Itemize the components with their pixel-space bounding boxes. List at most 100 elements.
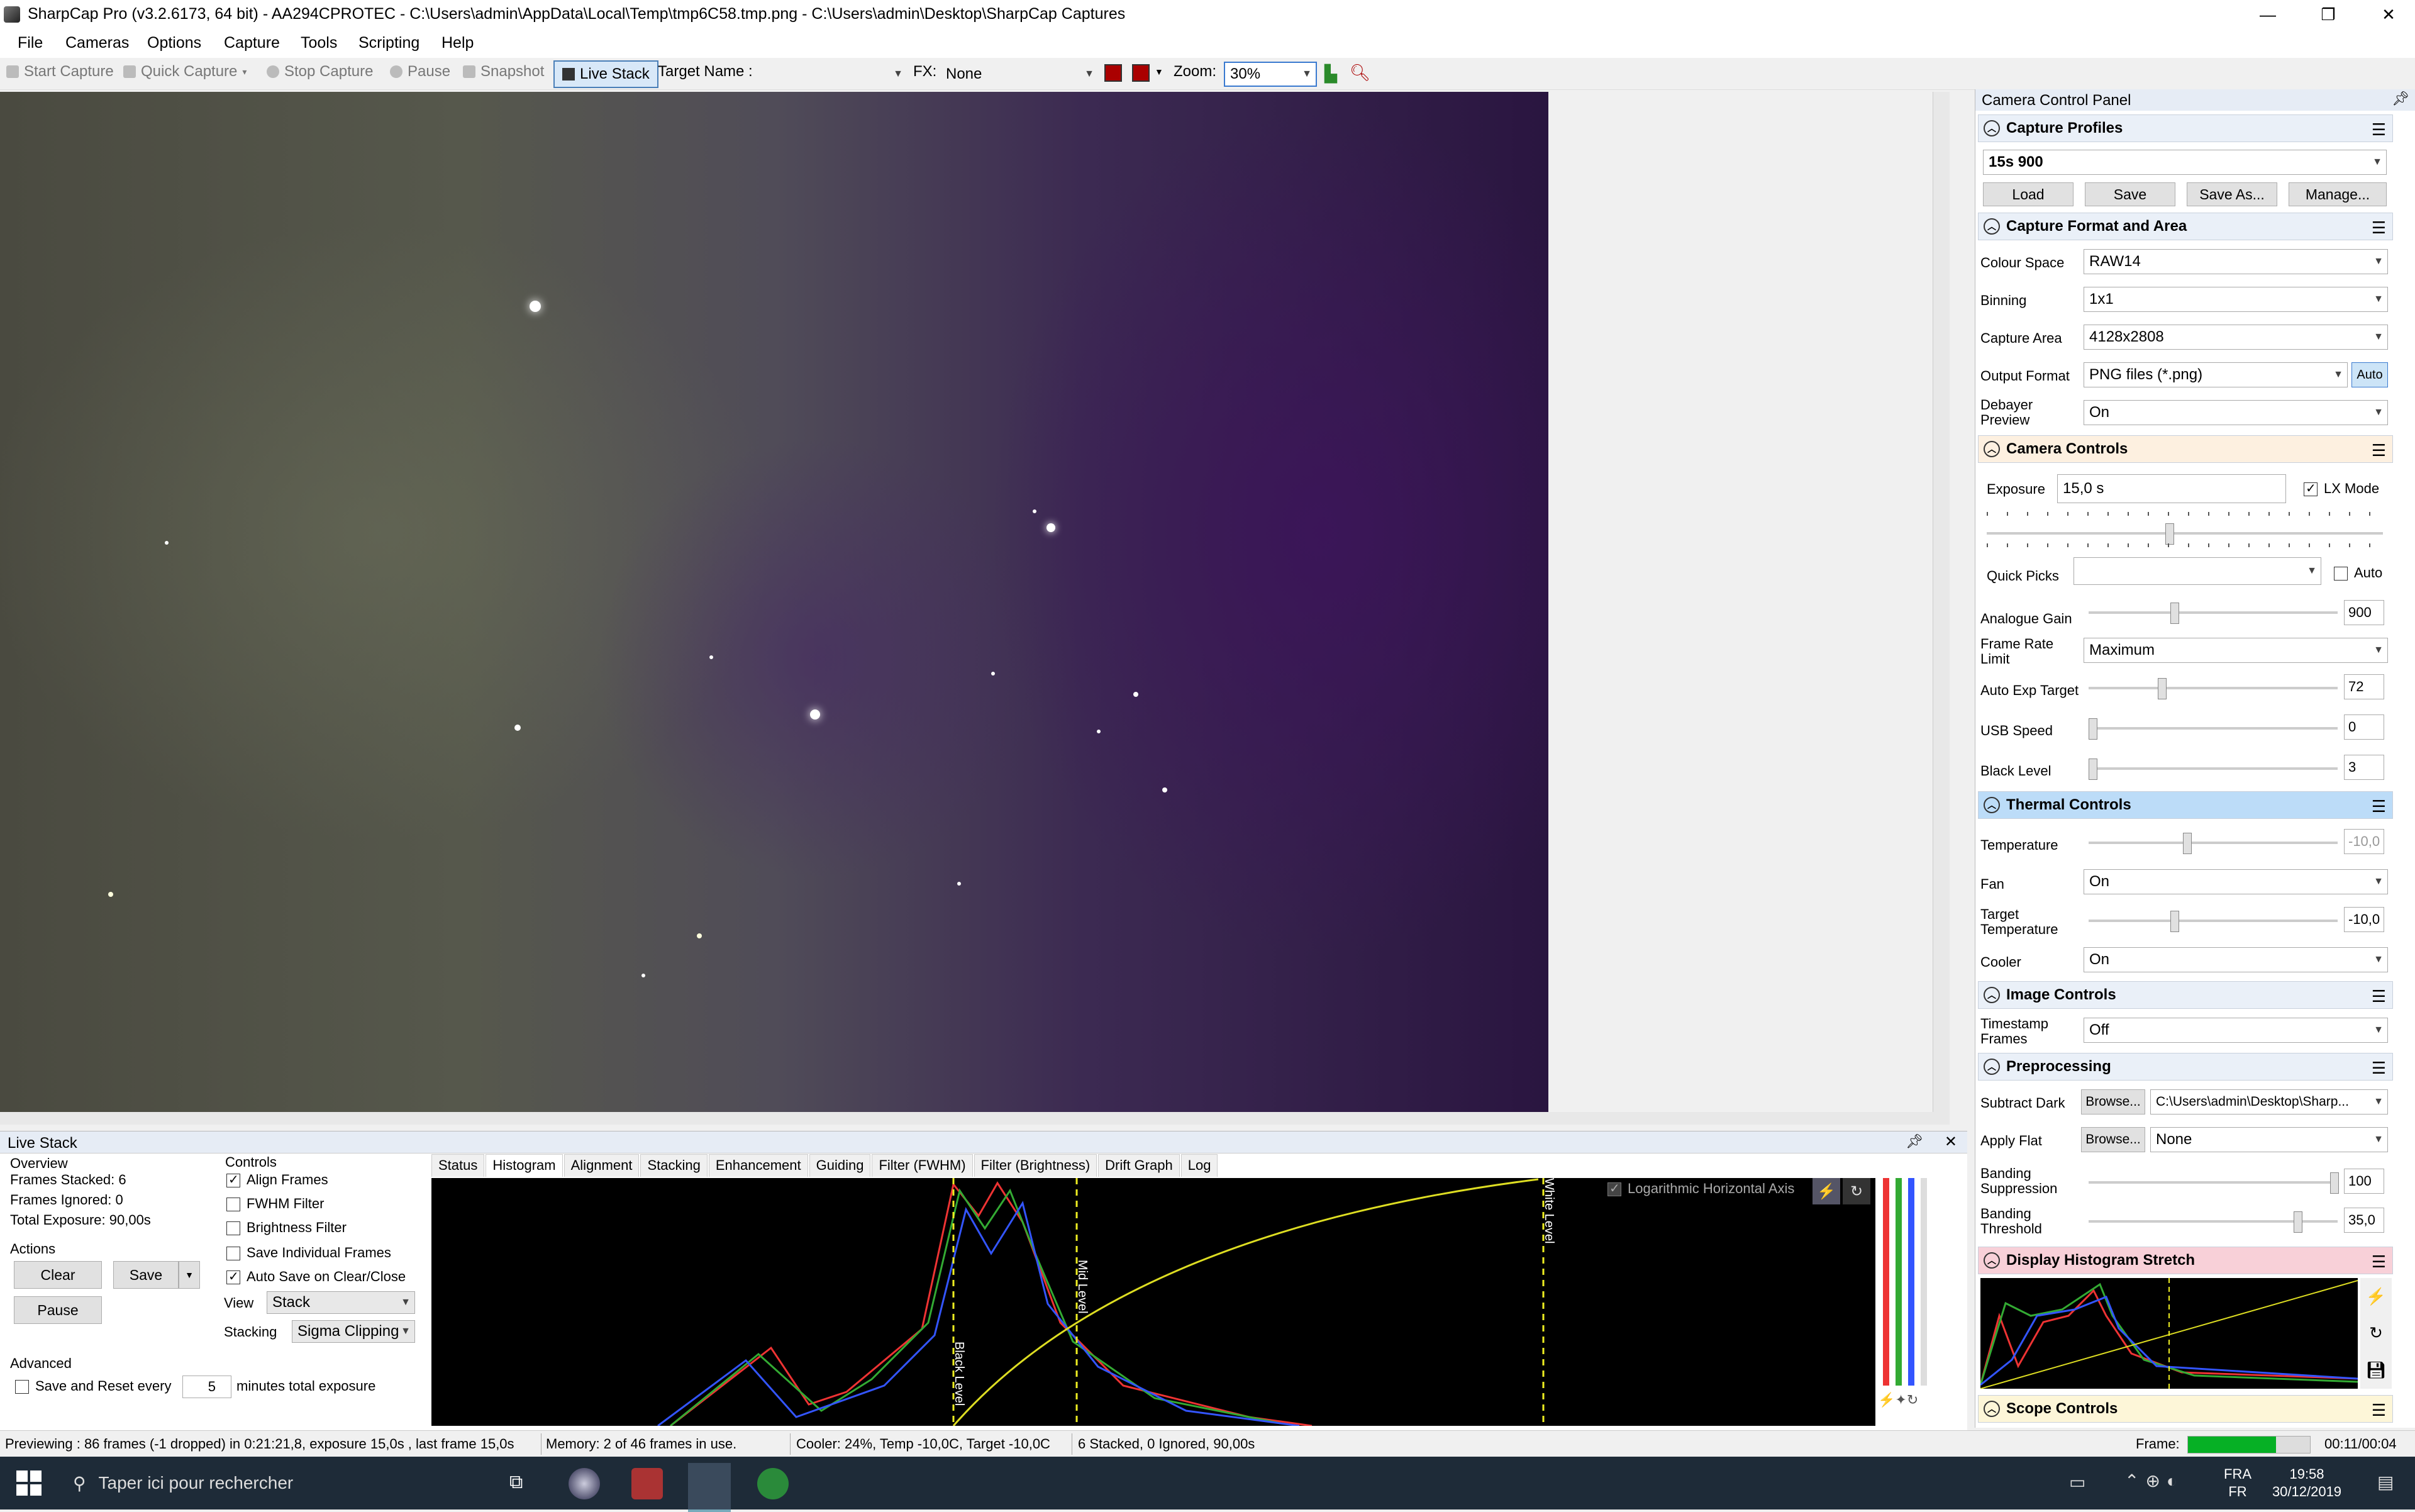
stop-capture-button[interactable]: Stop Capture <box>267 63 373 81</box>
auto-stretch-icon[interactable]: ⚡ <box>2366 1287 2386 1306</box>
minimize-button[interactable]: — <box>2238 0 2298 29</box>
apply-flat-browse-button[interactable]: Browse... <box>2081 1127 2145 1152</box>
slider-knob[interactable] <box>2170 911 2179 932</box>
fx-select[interactable]: None ▼ <box>941 63 1098 86</box>
lx-mode-option[interactable]: LX Mode <box>2304 481 2379 497</box>
image-viewer[interactable] <box>0 92 1950 1125</box>
capture-area-select[interactable]: 4128x2808 ▼ <box>2084 325 2388 350</box>
exposure-slider[interactable] <box>1987 523 2383 545</box>
banding-threshold-value[interactable]: 35,0 <box>2344 1208 2384 1233</box>
exposure-input[interactable]: 15,0 s <box>2057 474 2286 503</box>
lx-mode-checkbox[interactable] <box>2304 481 2318 497</box>
save-reset-checkbox[interactable] <box>15 1380 29 1394</box>
task-view-icon[interactable]: ⧉ <box>509 1472 523 1493</box>
quick-capture-button[interactable]: Quick Capture ▾ <box>123 63 247 81</box>
slider-knob[interactable] <box>2165 523 2174 545</box>
tab-enhancement[interactable]: Enhancement <box>708 1154 808 1177</box>
cpwi-app-icon[interactable] <box>631 1468 663 1499</box>
target-temperature-slider[interactable] <box>2089 911 2338 932</box>
fwhm-filter-checkbox[interactable] <box>226 1198 240 1212</box>
image-vertical-scrollbar[interactable] <box>1933 92 1950 1125</box>
pause-button[interactable]: Pause <box>390 63 450 81</box>
binning-select[interactable]: 1x1 ▼ <box>2084 287 2388 312</box>
slider-knob[interactable] <box>2294 1211 2302 1233</box>
collapse-icon[interactable]: ︿ <box>1984 797 2000 813</box>
image-controls-header[interactable]: ︿ Image Controls ☰ <box>1978 981 2393 1009</box>
live-stack-histogram[interactable]: Black Level Mid Level White Level Logari… <box>431 1178 1875 1426</box>
capture-format-header[interactable]: ︿ Capture Format and Area ☰ <box>1978 213 2393 240</box>
close-button[interactable]: ✕ <box>2358 0 2415 29</box>
save-individual-frames-option[interactable]: Save Individual Frames <box>226 1245 391 1261</box>
banding-suppression-slider[interactable] <box>2089 1172 2339 1194</box>
hamburger-icon[interactable]: ☰ <box>2372 218 2386 238</box>
language-indicator[interactable]: FRA FR <box>2224 1465 2251 1501</box>
clear-button[interactable]: Clear <box>14 1261 102 1289</box>
collapse-icon[interactable]: ︿ <box>1984 1059 2000 1075</box>
black-level-value[interactable]: 3 <box>2344 755 2384 780</box>
notifications-icon[interactable]: ▤ <box>2377 1472 2394 1493</box>
clock[interactable]: 19:58 30/12/2019 <box>2268 1465 2346 1501</box>
profile-load-button[interactable]: Load <box>1983 182 2074 206</box>
auto-save-checkbox[interactable] <box>226 1269 240 1285</box>
slider-knob[interactable] <box>2330 1172 2339 1194</box>
slider-knob[interactable] <box>2089 718 2097 740</box>
collapse-icon[interactable]: ︿ <box>1984 441 2000 457</box>
pin-icon[interactable]: 📌︎ <box>2392 91 2409 107</box>
stellarium-app-icon[interactable] <box>569 1468 600 1499</box>
histogram-tool-icons[interactable]: ⚡✦↻ <box>1878 1392 1918 1408</box>
camera-controls-header[interactable]: ︿ Camera Controls ☰ <box>1978 435 2393 463</box>
red-grid-icon[interactable] <box>1132 64 1150 82</box>
slider-knob[interactable] <box>2089 759 2097 780</box>
menu-scripting[interactable]: Scripting <box>358 34 419 52</box>
save-dropdown-button[interactable]: ▼ <box>179 1261 200 1289</box>
histogram-icon[interactable]: ▙ <box>1324 64 1337 84</box>
banding-threshold-slider[interactable] <box>2089 1211 2338 1233</box>
hamburger-icon[interactable]: ☰ <box>2372 441 2386 460</box>
menu-help[interactable]: Help <box>441 34 474 52</box>
slider-knob[interactable] <box>2170 603 2179 624</box>
profile-save-button[interactable]: Save <box>2085 182 2175 206</box>
timestamp-frames-select[interactable]: Off ▼ <box>2084 1018 2388 1043</box>
usb-speed-value[interactable]: 0 <box>2344 714 2384 740</box>
save-individual-frames-checkbox[interactable] <box>226 1247 240 1261</box>
blue-slider[interactable] <box>1908 1178 1914 1386</box>
system-tray-icons[interactable]: ⌃⊕◐ <box>2124 1470 2184 1491</box>
hamburger-icon[interactable]: ☰ <box>2372 797 2386 816</box>
red-filter-icon[interactable] <box>1104 64 1122 82</box>
stacking-select[interactable]: Sigma Clipping ▼ <box>292 1320 415 1343</box>
snapshot-button[interactable]: Snapshot <box>463 63 544 81</box>
analogue-gain-slider[interactable] <box>2089 603 2338 624</box>
tab-filter-brightness[interactable]: Filter (Brightness) <box>974 1154 1097 1177</box>
preprocessing-header[interactable]: ︿ Preprocessing ☰ <box>1978 1053 2393 1081</box>
quick-picks-auto-option[interactable]: Auto <box>2334 565 2382 581</box>
subtract-dark-select[interactable]: C:\Users\admin\Desktop\Sharp... ▼ <box>2150 1089 2388 1115</box>
pin-icon[interactable]: 📌︎ <box>1906 1133 1923 1150</box>
red-slider[interactable] <box>1883 1178 1889 1386</box>
auto-exp-slider[interactable] <box>2089 678 2338 699</box>
debayer-preview-select[interactable]: On ▼ <box>2084 400 2388 425</box>
display-histogram-header[interactable]: ︿ Display Histogram Stretch ☰ <box>1978 1247 2393 1274</box>
reset-icon[interactable]: ↻ <box>2369 1323 2383 1343</box>
tab-status[interactable]: Status <box>431 1154 485 1177</box>
log-axis-option[interactable]: Logarithmic Horizontal Axis <box>1607 1181 1794 1197</box>
frame-rate-select[interactable]: Maximum ▼ <box>2084 638 2388 663</box>
save-button[interactable]: Save <box>113 1261 179 1289</box>
hamburger-icon[interactable]: ☰ <box>2372 1059 2386 1078</box>
luminance-slider[interactable] <box>1921 1178 1927 1386</box>
target-temperature-value[interactable]: -10,0 <box>2344 907 2384 932</box>
hamburger-icon[interactable]: ☰ <box>2372 1401 2386 1420</box>
auto-exp-value[interactable]: 72 <box>2344 674 2384 699</box>
auto-save-option[interactable]: Auto Save on Clear/Close <box>226 1269 406 1285</box>
black-level-slider[interactable] <box>2089 759 2338 780</box>
windows-start-icon[interactable] <box>16 1470 42 1496</box>
save-icon[interactable]: 💾︎ <box>2365 1360 2386 1380</box>
menu-tools[interactable]: Tools <box>301 34 337 52</box>
scope-controls-header[interactable]: ︿ Scope Controls ☰ <box>1978 1395 2393 1423</box>
view-select[interactable]: Stack ▼ <box>267 1291 415 1314</box>
capture-profile-select[interactable]: 15s 900 ▼ <box>1983 150 2387 175</box>
tab-log[interactable]: Log <box>1180 1154 1218 1177</box>
battery-icon[interactable]: ▭ <box>2069 1472 2085 1493</box>
thermal-controls-header[interactable]: ︿ Thermal Controls ☰ <box>1978 791 2393 819</box>
menu-cameras[interactable]: Cameras <box>65 34 129 52</box>
collapse-icon[interactable]: ︿ <box>1984 218 2000 235</box>
